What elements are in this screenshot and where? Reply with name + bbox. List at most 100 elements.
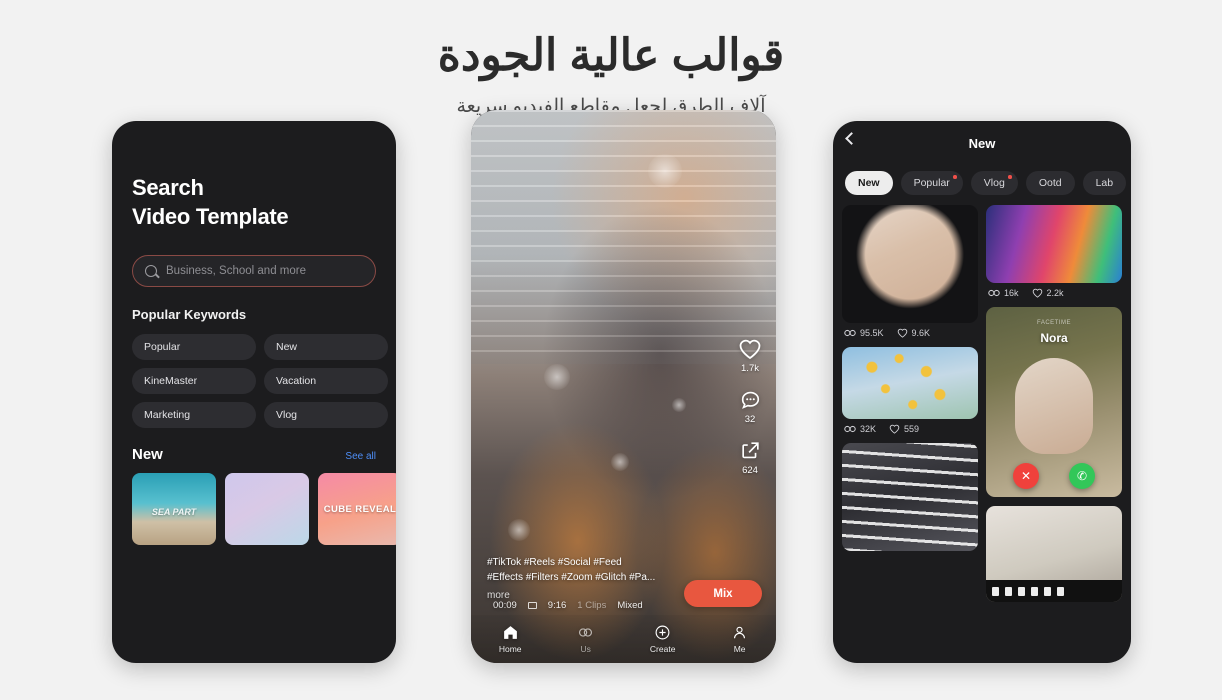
feed-card-thumbnail bbox=[842, 347, 978, 419]
see-all-link[interactable]: See all bbox=[345, 451, 376, 462]
page-title: قوالب عالية الجودة bbox=[437, 31, 785, 80]
page-header: قوالب عالية الجودة آلاف الطرق لجعل مقاطع… bbox=[0, 0, 1222, 118]
me-icon bbox=[734, 626, 746, 639]
tab-lab-label: Lab bbox=[1095, 177, 1114, 189]
film-hole bbox=[992, 586, 999, 596]
play-count: 32K bbox=[860, 424, 877, 434]
share-icon bbox=[741, 442, 759, 459]
hashtag-line-2: #Effects #Filters #Zoom #Glitch #Pa... bbox=[487, 571, 656, 583]
create-icon bbox=[655, 625, 670, 640]
tab-ootd-label: Ootd bbox=[1038, 177, 1062, 189]
keyword-chip-list: Popular New Hot KineMaster Vacation Chri… bbox=[132, 334, 396, 429]
feed-column-right: 16k 2.2k FACETIME Nora ✕ ✆ bbox=[986, 205, 1122, 602]
plays-icon bbox=[988, 289, 1000, 297]
feed-card-thumbnail[interactable] bbox=[986, 506, 1122, 602]
feed-column-left: 95.5K 9.6K 32K 559 bbox=[842, 205, 978, 602]
film-hole bbox=[1018, 586, 1025, 596]
like-count-group: 9.6K bbox=[897, 328, 930, 338]
phone-showcase: Search Video Template Business, School a… bbox=[0, 110, 1222, 663]
share-action[interactable]: 624 bbox=[739, 440, 762, 476]
popular-keywords-label: Popular Keywords bbox=[132, 307, 247, 323]
comment-count: 32 bbox=[744, 414, 756, 425]
keyword-chip-vlog[interactable]: Vlog bbox=[264, 402, 388, 429]
heart-icon bbox=[889, 424, 900, 434]
heart-icon bbox=[1032, 288, 1042, 298]
facetime-subject bbox=[1015, 357, 1093, 454]
play-count-group: 16k bbox=[988, 288, 1019, 298]
film-strip bbox=[986, 580, 1122, 602]
play-count-group: 95.5K bbox=[844, 328, 884, 338]
keyword-chip-new[interactable]: New bbox=[264, 334, 388, 361]
facetime-subtitle: FACETIME bbox=[1036, 320, 1071, 326]
template-thumbnail[interactable]: SEA PART bbox=[132, 473, 216, 546]
template-thumbnail[interactable]: CUBE REVEAL bbox=[318, 473, 396, 546]
play-count: 16k bbox=[1004, 288, 1019, 298]
film-icon bbox=[527, 602, 537, 609]
like-count-group: 2.2k bbox=[1032, 288, 1064, 298]
chevron-left-icon[interactable] bbox=[845, 132, 858, 145]
hashtag-block: #TikTok #Reels #Social #Feed #Effects #F… bbox=[487, 556, 677, 585]
like-count-group: 559 bbox=[889, 424, 919, 434]
plays-icon bbox=[844, 425, 856, 433]
tab-ootd[interactable]: Ootd bbox=[1025, 171, 1075, 195]
feed-card[interactable]: 32K 559 bbox=[842, 347, 978, 434]
template-thumbnail[interactable] bbox=[225, 473, 309, 546]
thumbnail-label: SEA PART bbox=[151, 507, 197, 518]
search-icon bbox=[145, 265, 157, 278]
feed-card-thumbnail bbox=[986, 205, 1122, 283]
action-rail: 1.7k 32 624 bbox=[738, 338, 762, 476]
thumbnail-label: CUBE REVEAL bbox=[323, 503, 396, 515]
feed-grid: 95.5K 9.6K 32K 559 16k 2.2k FACETIME Nor… bbox=[833, 195, 1131, 602]
tab-lab[interactable]: Lab bbox=[1082, 171, 1127, 195]
keyword-chip-vacation[interactable]: Vacation bbox=[264, 368, 388, 395]
end-call-icon[interactable]: ✕ bbox=[1013, 463, 1039, 489]
home-icon bbox=[503, 626, 517, 639]
like-count: 2.2k bbox=[1046, 288, 1064, 298]
phone-icon[interactable]: ✆ bbox=[1069, 463, 1095, 489]
like-count: 559 bbox=[904, 424, 920, 434]
feed-card[interactable]: 95.5K 9.6K bbox=[842, 205, 978, 338]
film-hole bbox=[1044, 586, 1051, 596]
tab-home-label: Home bbox=[498, 644, 522, 654]
film-hole bbox=[1031, 586, 1038, 596]
video-clip-count: 1 Clips bbox=[577, 600, 607, 611]
heart-icon bbox=[897, 328, 907, 338]
tab-me[interactable]: Me bbox=[731, 624, 748, 654]
tab-new[interactable]: New bbox=[845, 171, 893, 195]
keyword-chip-marketing[interactable]: Marketing bbox=[132, 402, 256, 429]
video-meta-row: 00:09 9:16 1 Clips Mixed bbox=[493, 600, 643, 611]
like-action[interactable]: 1.7k bbox=[738, 338, 762, 374]
feed-card-thumbnail[interactable] bbox=[842, 443, 978, 551]
notification-dot bbox=[953, 175, 957, 179]
film-hole bbox=[1057, 586, 1064, 596]
phone-left-search-screen: Search Video Template Business, School a… bbox=[112, 121, 396, 663]
comment-action[interactable]: 32 bbox=[739, 389, 762, 425]
keyword-chip-popular[interactable]: Popular bbox=[132, 334, 256, 361]
tab-popular[interactable]: Popular bbox=[900, 171, 963, 195]
feed-card-stats: 16k 2.2k bbox=[986, 283, 1122, 298]
video-aspect-ratio: 9:16 bbox=[547, 600, 567, 611]
tab-new-label: New bbox=[858, 177, 880, 189]
search-placeholder: Business, School and more bbox=[166, 265, 306, 278]
mix-button[interactable]: Mix bbox=[684, 580, 762, 607]
like-count: 1.7k bbox=[741, 363, 759, 374]
us-icon bbox=[579, 628, 593, 637]
feed-card-thumbnail bbox=[842, 205, 978, 323]
phone-middle-video-preview: 1.7k 32 624 #TikTok #Reels #Social #Feed… bbox=[471, 110, 776, 663]
share-count: 624 bbox=[742, 465, 758, 476]
title-line-2: Video Template bbox=[132, 204, 289, 230]
keyword-chip-kinemaster[interactable]: KineMaster bbox=[132, 368, 256, 395]
tab-home[interactable]: Home bbox=[499, 624, 522, 654]
search-input[interactable]: Business, School and more bbox=[132, 255, 376, 288]
tab-us[interactable]: Us bbox=[577, 624, 594, 654]
facetime-caller-name: Nora bbox=[1040, 331, 1068, 345]
feed-card[interactable]: 16k 2.2k bbox=[986, 205, 1122, 298]
play-count-group: 32K bbox=[844, 424, 876, 434]
template-thumbnail-row: SEA PART CUBE REVEAL bbox=[132, 473, 396, 546]
tab-create[interactable]: Create bbox=[650, 624, 675, 654]
right-screen-header: New bbox=[833, 121, 1131, 165]
feed-card-facetime[interactable]: FACETIME Nora ✕ ✆ bbox=[986, 307, 1122, 497]
video-mode: Mixed bbox=[617, 600, 643, 611]
feed-card-stats: 32K 559 bbox=[842, 419, 978, 434]
tab-vlog[interactable]: Vlog bbox=[970, 171, 1018, 195]
